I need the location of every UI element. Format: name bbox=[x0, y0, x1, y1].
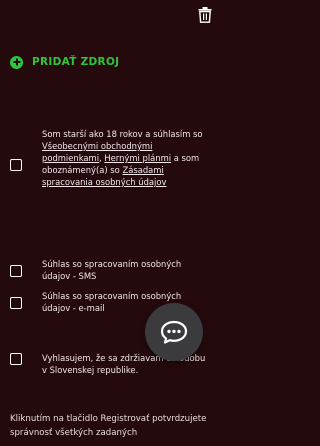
consent-residence-checkbox[interactable] bbox=[10, 353, 22, 365]
add-source-button[interactable]: PRIDAŤ ZDROJ bbox=[10, 54, 119, 70]
consent-email-checkbox[interactable] bbox=[10, 297, 22, 309]
plus-circle-icon bbox=[10, 55, 23, 69]
consent-sms-checkbox[interactable] bbox=[10, 265, 22, 277]
consent-terms-text-start: Som starší ako 18 rokov a súhlasím so bbox=[42, 129, 203, 139]
consent-terms-checkbox[interactable] bbox=[10, 159, 22, 171]
add-source-label: PRIDAŤ ZDROJ bbox=[32, 56, 120, 68]
trash-icon[interactable] bbox=[198, 7, 212, 23]
chat-bubble-icon bbox=[160, 320, 188, 344]
footer-note: Kliknutím na tlačidlo Registrovať potvrd… bbox=[10, 414, 207, 438]
game-plans-link[interactable]: Hernými plánmi bbox=[104, 153, 171, 163]
consent-terms-text: Som starší ako 18 rokov a súhlasím so Vš… bbox=[42, 128, 212, 188]
chat-button[interactable] bbox=[145, 303, 203, 361]
consent-sms-text: Súhlas so spracovaním osobných údajov - … bbox=[42, 259, 182, 281]
